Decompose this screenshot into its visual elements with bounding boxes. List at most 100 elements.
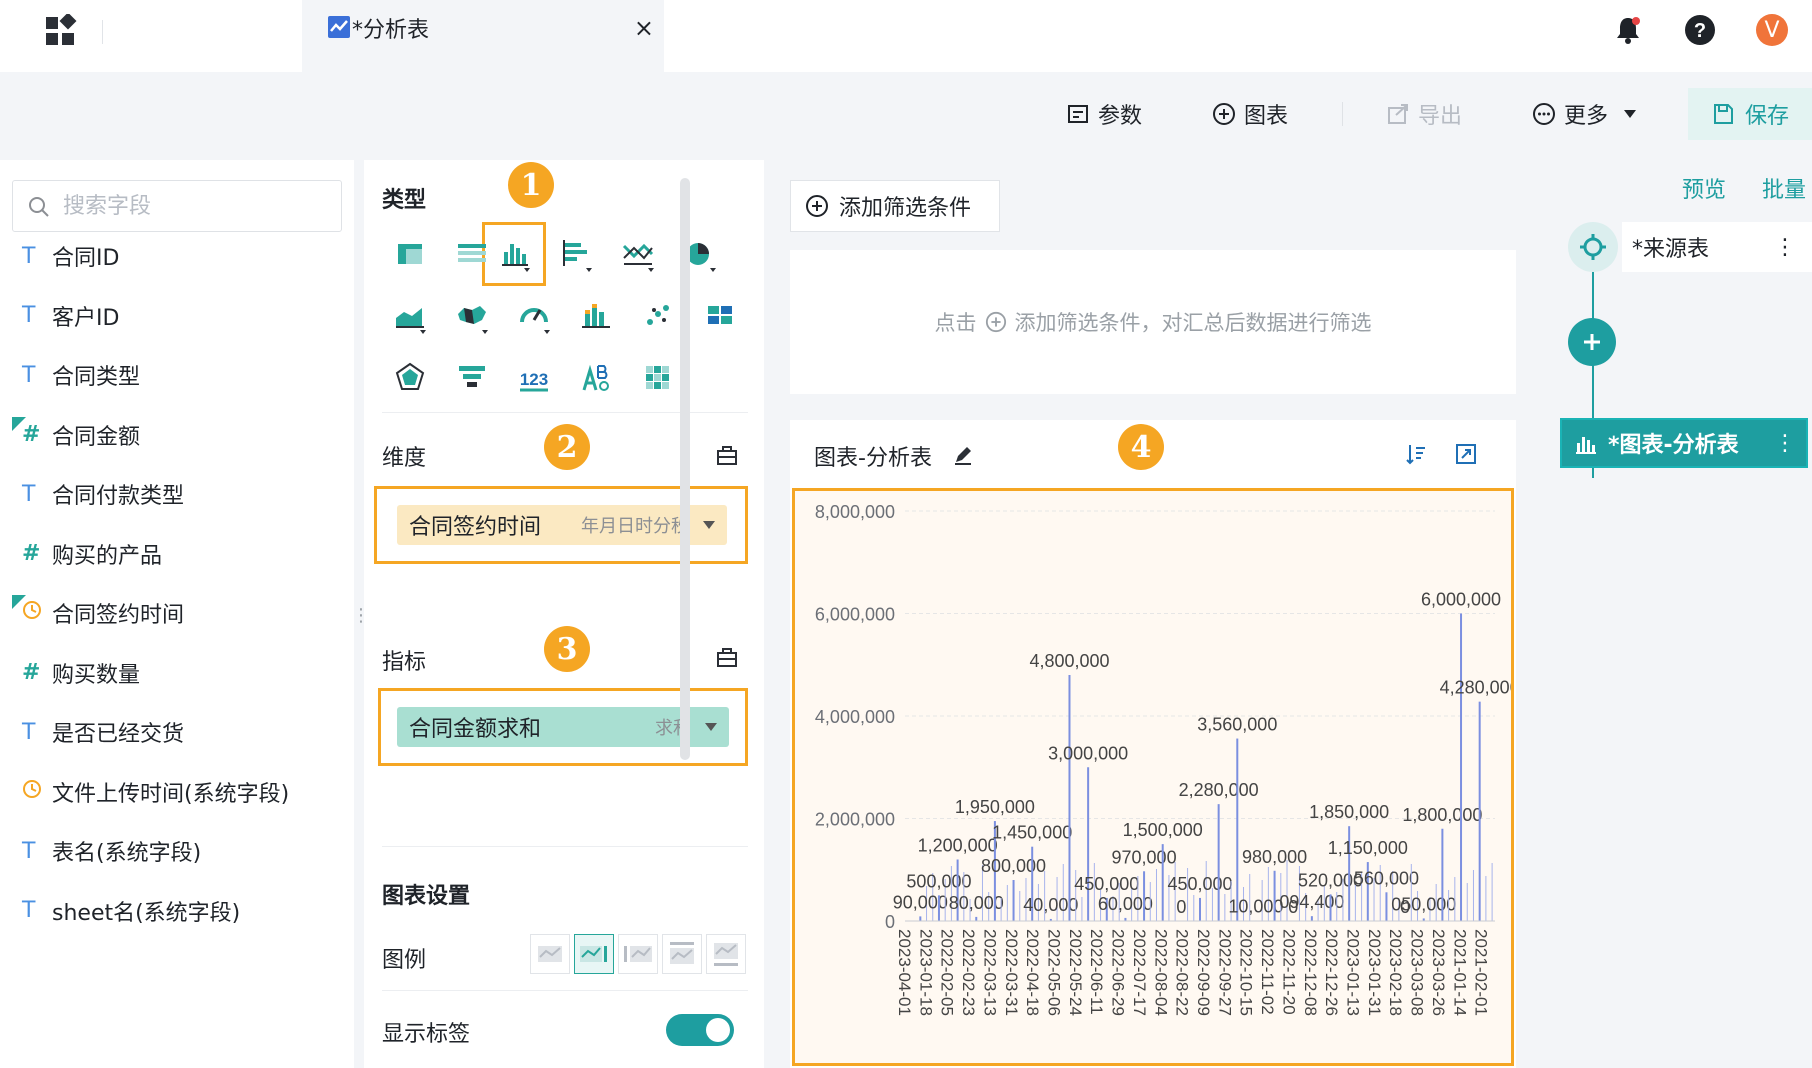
word-cloud-icon[interactable] <box>576 358 616 398</box>
y-tick-label: 8,000,000 <box>815 502 895 522</box>
tab-analysis-sheet[interactable]: *分析表 × <box>302 0 664 72</box>
text-type-icon: T <box>22 362 36 388</box>
field-item[interactable]: # 购买数量 <box>22 653 140 693</box>
bar[interactable] <box>937 895 940 921</box>
horizontal-bar-icon[interactable] <box>556 234 596 274</box>
edit-title-icon[interactable] <box>952 444 974 466</box>
chart-analysis-node[interactable]: *图表-分析表 ⋮ <box>1560 418 1808 468</box>
batch-link[interactable]: 批量 <box>1762 172 1806 204</box>
legend-left-option[interactable] <box>618 934 658 974</box>
table-type-icon[interactable] <box>390 234 430 274</box>
tab-title: *分析表 <box>352 18 430 43</box>
field-label: 是否已经交货 <box>52 722 185 747</box>
more-button[interactable]: 更多 <box>1532 94 1637 134</box>
chart-node-menu-icon[interactable]: ⋮ <box>1774 431 1796 456</box>
field-item[interactable]: # 购买的产品 <box>22 534 162 574</box>
bar[interactable] <box>1310 916 1313 921</box>
params-button[interactable]: 参数 <box>1066 94 1142 134</box>
bar[interactable] <box>1236 738 1239 921</box>
expand-icon[interactable] <box>1454 442 1478 466</box>
bar-chart-type-icon[interactable] <box>494 234 534 274</box>
bar[interactable] <box>975 916 978 921</box>
metric-drop-zone[interactable]: 合同金额求和 求和 <box>378 688 748 766</box>
source-table-node[interactable]: *来源表 ⋮ <box>1622 222 1812 272</box>
export-icon <box>1388 104 1408 124</box>
show-labels-toggle[interactable] <box>666 1014 734 1046</box>
area-chart-icon[interactable] <box>390 296 430 336</box>
line-cross-icon[interactable] <box>618 234 658 274</box>
config-scrollbar[interactable] <box>680 178 690 760</box>
notification-bell-icon[interactable] <box>1612 14 1644 46</box>
bar[interactable] <box>1217 804 1220 921</box>
field-item[interactable]: T 合同ID <box>22 236 119 276</box>
field-item[interactable]: T 表名(系统字段) <box>22 831 201 871</box>
sort-icon[interactable] <box>1404 442 1428 466</box>
bar[interactable] <box>1087 767 1090 921</box>
tab-close-icon[interactable]: × <box>634 14 654 42</box>
field-item[interactable]: # 合同金额 <box>12 415 140 455</box>
step-badge-3: 3 <box>544 626 590 672</box>
metric-settings-icon[interactable] <box>716 646 738 668</box>
search-input[interactable] <box>63 191 323 221</box>
bar[interactable] <box>1068 675 1071 921</box>
legend-bottom-option[interactable] <box>706 934 746 974</box>
source-node-menu-icon[interactable]: ⋮ <box>1774 235 1796 260</box>
user-avatar[interactable]: V <box>1756 14 1788 46</box>
help-icon[interactable]: ? <box>1684 14 1716 46</box>
bar[interactable] <box>1273 870 1276 921</box>
heatmap-icon[interactable] <box>638 358 678 398</box>
number-card-icon[interactable]: 123 <box>514 358 554 398</box>
dimension-drop-zone[interactable]: 合同签约时间 年月日时分秒 <box>374 486 748 564</box>
field-item[interactable]: 合同签约时间 <box>12 593 184 633</box>
bar-data-label: 2,280,000 <box>1179 780 1259 800</box>
map-chart-icon[interactable] <box>452 296 492 336</box>
x-tick-label: 2021-01-14 <box>1450 929 1469 1016</box>
field-item[interactable]: T 客户ID <box>22 296 119 336</box>
params-label: 参数 <box>1098 104 1143 129</box>
gauge-chart-icon[interactable] <box>514 296 554 336</box>
save-icon <box>1713 104 1733 124</box>
bar[interactable] <box>1478 701 1481 921</box>
chevron-down-icon[interactable] <box>705 723 717 731</box>
legend-none-option[interactable] <box>530 934 570 974</box>
bar[interactable] <box>1441 828 1444 921</box>
field-item[interactable]: T 合同类型 <box>22 355 140 395</box>
bar-data-label: 0 <box>1176 897 1186 917</box>
bar[interactable] <box>1199 897 1201 921</box>
bar[interactable] <box>1329 894 1332 921</box>
add-node-button[interactable] <box>1568 318 1616 366</box>
filter-area[interactable]: 点击 添加筛选条件，对汇总后数据进行筛选 <box>790 250 1516 394</box>
scatter-chart-icon[interactable] <box>638 296 678 336</box>
field-item[interactable]: T 合同付款类型 <box>22 474 184 514</box>
stacked-bar-icon[interactable] <box>576 296 616 336</box>
field-search-box[interactable] <box>12 180 342 232</box>
bar[interactable] <box>1143 871 1146 921</box>
export-button[interactable]: 导出 <box>1386 94 1462 134</box>
field-item[interactable]: Tsheet名(系统字段) <box>22 891 240 931</box>
apps-grid-icon[interactable] <box>44 12 78 48</box>
funnel-chart-icon[interactable] <box>452 358 492 398</box>
dashboard-card-icon[interactable] <box>700 296 740 336</box>
bar[interactable] <box>1460 613 1463 922</box>
bar[interactable] <box>919 916 922 921</box>
legend-top-option[interactable] <box>662 934 702 974</box>
chevron-down-icon[interactable] <box>703 521 715 529</box>
field-item[interactable]: T 是否已经交货 <box>22 712 184 752</box>
bar[interactable] <box>1161 844 1164 921</box>
bar[interactable] <box>1385 892 1388 921</box>
field-label: 合同ID <box>52 246 120 271</box>
detail-table-icon[interactable] <box>452 234 492 274</box>
fields-panel: T 合同ID T 客户ID T 合同类型 # 合同金额 T 合同付款类型 # 购买的产品合同签约时间 #… <box>0 160 370 1068</box>
add-filter-button[interactable]: 添加筛选条件 <box>790 180 1000 232</box>
preview-link[interactable]: 预览 <box>1682 172 1726 204</box>
bar[interactable] <box>1012 880 1015 921</box>
dimension-pill[interactable]: 合同签约时间 年月日时分秒 <box>397 505 727 545</box>
radar-chart-icon[interactable] <box>390 358 430 398</box>
x-tick-label: 2022-06-29 <box>1109 929 1128 1016</box>
bar-data-label: 970,000 <box>1112 847 1177 867</box>
legend-right-option[interactable] <box>574 934 614 974</box>
field-item[interactable]: 文件上传时间(系统字段) <box>22 772 289 812</box>
save-button[interactable]: 保存 <box>1688 88 1812 140</box>
add-chart-button[interactable]: 图表 <box>1212 94 1288 134</box>
dimension-settings-icon[interactable] <box>716 444 738 466</box>
